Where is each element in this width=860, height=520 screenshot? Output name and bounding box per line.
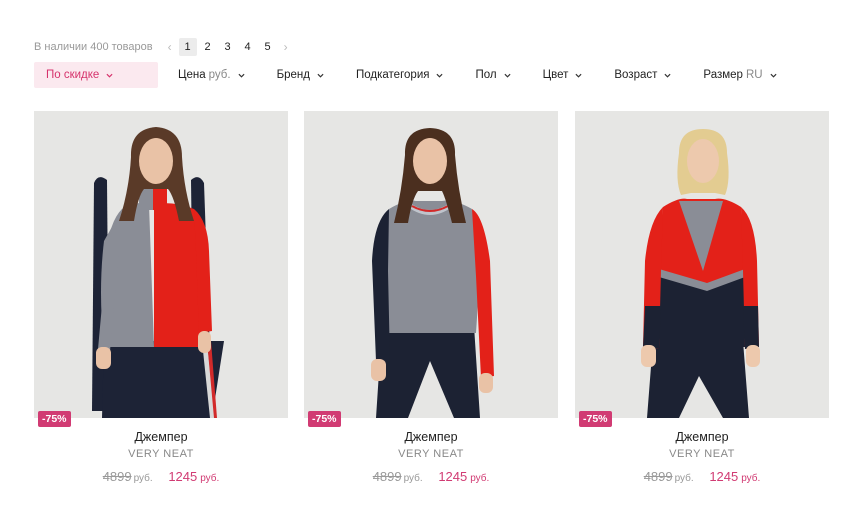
sale-price-currency: руб. — [200, 473, 220, 484]
filter-unit: RU — [745, 69, 763, 81]
chevron-down-icon — [664, 73, 671, 78]
sale-price: 1245 — [709, 469, 739, 484]
sale-price-currency: руб. — [741, 473, 761, 484]
filter-label: Цвет — [542, 69, 569, 81]
results-count: В наличии 400 товаров — [34, 41, 153, 53]
product-name[interactable]: Джемпер — [304, 430, 558, 444]
filter-subcategory[interactable]: Подкатегория — [356, 62, 443, 88]
product-photo[interactable] — [34, 111, 288, 418]
filter-brand[interactable]: Бренд — [277, 62, 324, 88]
old-price: 4899 — [643, 469, 673, 484]
discount-badge: -75% — [38, 411, 71, 427]
old-price-currency: руб. — [674, 473, 694, 484]
product-photo[interactable] — [575, 111, 829, 418]
chevron-down-icon — [317, 73, 324, 78]
chevron-down-icon — [436, 73, 443, 78]
results-bar: В наличии 400 товаров ‹ 1 2 3 4 5 › — [34, 38, 293, 56]
discount-badge: -75% — [308, 411, 341, 427]
model-in-sweater-image — [304, 111, 558, 418]
product-brand: VERY NEAT — [398, 448, 464, 460]
page-4[interactable]: 4 — [239, 38, 257, 56]
chevron-down-icon — [770, 73, 777, 78]
filter-label: По скидке — [46, 69, 100, 81]
filter-label: Бренд — [276, 69, 310, 81]
pagination: ‹ 1 2 3 4 5 › — [163, 38, 293, 56]
filter-discount[interactable]: По скидке — [34, 62, 158, 88]
old-price: 4899 — [372, 469, 402, 484]
chevron-down-icon — [504, 73, 511, 78]
chevron-right-icon[interactable]: › — [279, 40, 293, 54]
model-in-sweater-image — [575, 111, 829, 418]
product-price: 4899 руб. 1245 руб. — [575, 469, 829, 484]
chevron-left-icon[interactable]: ‹ — [163, 40, 177, 54]
model-in-sweater-image — [34, 111, 288, 418]
product-name[interactable]: Джемпер — [34, 430, 288, 444]
product-card[interactable]: -75% Джемпер VERY NEAT 4899 руб. 1245 руб. — [304, 111, 558, 503]
page-2[interactable]: 2 — [199, 38, 217, 56]
filter-unit: руб. — [208, 69, 231, 81]
page-5[interactable]: 5 — [259, 38, 277, 56]
filter-label: Пол — [475, 69, 497, 81]
sale-price-currency: руб. — [470, 473, 490, 484]
product-card[interactable]: -75% Джемпер VERY NEAT 4899 руб. 1245 руб. — [575, 111, 829, 503]
filter-color[interactable]: Цвет — [543, 62, 583, 88]
product-price: 4899 руб. 1245 руб. — [34, 469, 288, 484]
old-price-currency: руб. — [133, 473, 153, 484]
filter-label: Цена — [178, 69, 206, 81]
sale-price: 1245 — [438, 469, 468, 484]
filter-price[interactable]: Цена руб. — [178, 62, 245, 88]
filter-label: Подкатегория — [356, 69, 430, 81]
sale-price: 1245 — [168, 469, 198, 484]
product-brand: VERY NEAT — [669, 448, 735, 460]
filter-gender[interactable]: Пол — [475, 62, 511, 88]
product-price: 4899 руб. 1245 руб. — [304, 469, 558, 484]
filter-size[interactable]: Размер RU — [703, 62, 777, 88]
filter-label: Возраст — [614, 69, 658, 81]
filter-bar: По скидке Цена руб. Бренд Подкатегория П… — [34, 62, 777, 88]
chevron-down-icon — [238, 73, 245, 78]
chevron-down-icon — [106, 73, 113, 78]
product-card[interactable]: -75% Джемпер VERY NEAT 4899 руб. 1245 руб. — [34, 111, 288, 503]
page-1[interactable]: 1 — [178, 38, 197, 56]
product-name[interactable]: Джемпер — [575, 430, 829, 444]
filter-age[interactable]: Возраст — [614, 62, 671, 88]
product-photo[interactable] — [304, 111, 558, 418]
old-price: 4899 — [102, 469, 132, 484]
filter-label: Размер — [703, 69, 743, 81]
product-brand: VERY NEAT — [128, 448, 194, 460]
discount-badge: -75% — [579, 411, 612, 427]
page-3[interactable]: 3 — [219, 38, 237, 56]
chevron-down-icon — [575, 73, 582, 78]
old-price-currency: руб. — [403, 473, 423, 484]
